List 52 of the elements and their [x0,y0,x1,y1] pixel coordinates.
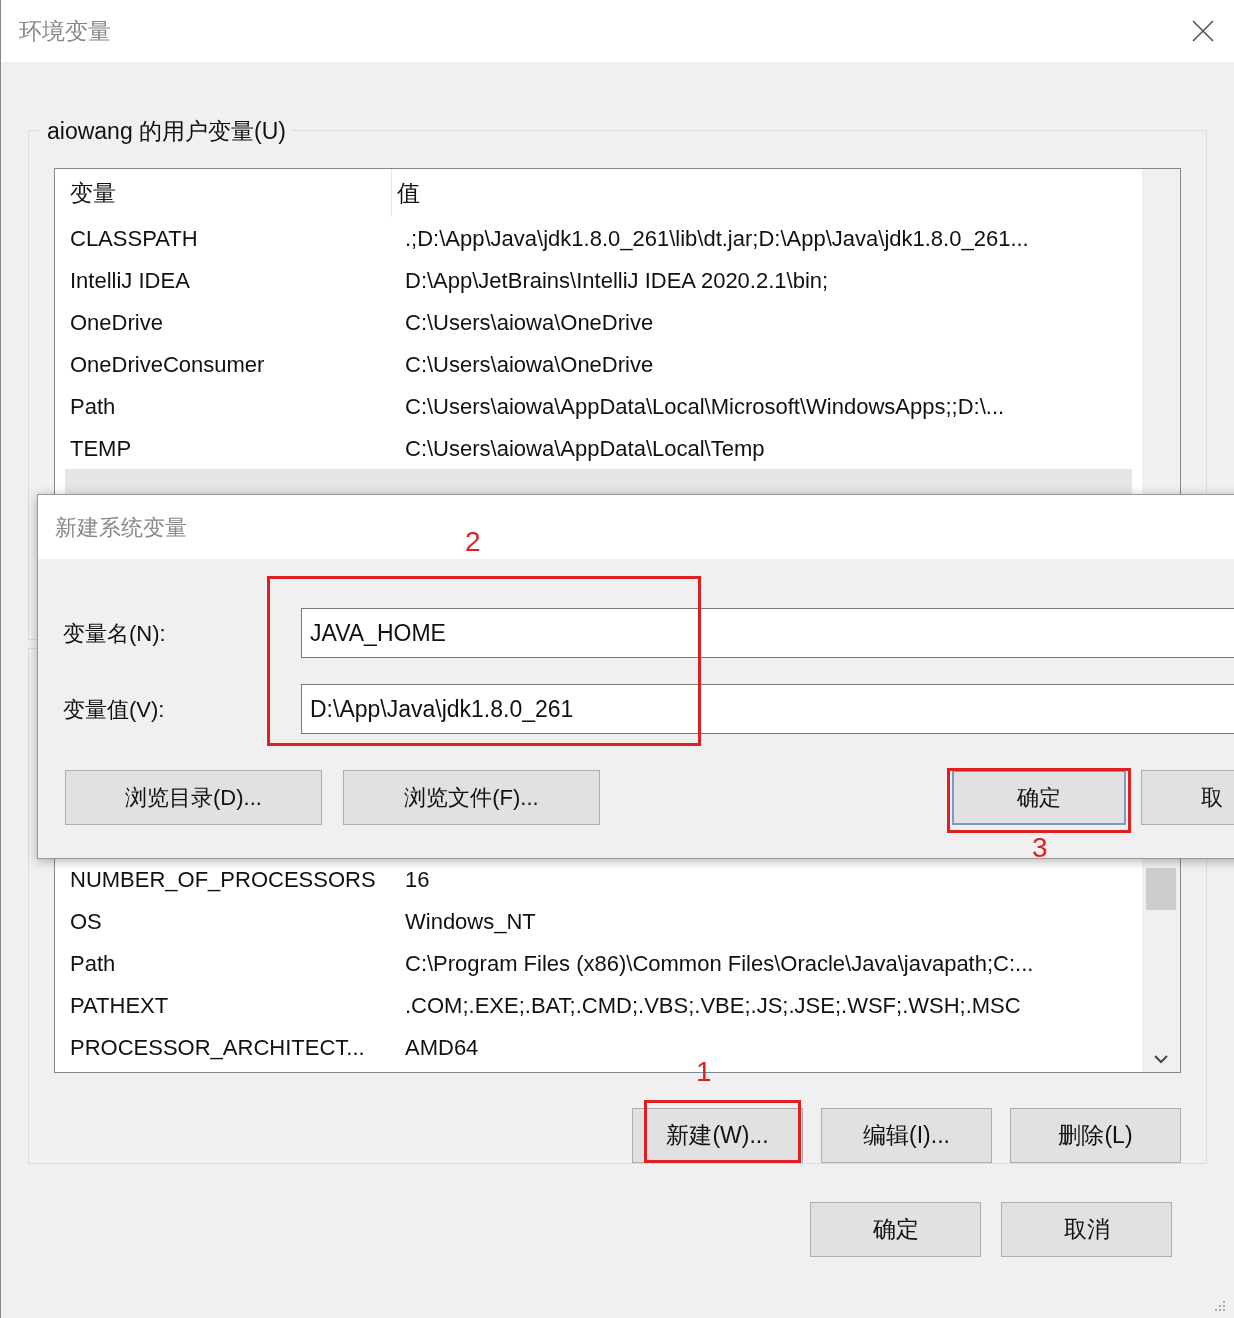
variable-name: IntelliJ IDEA [69,266,191,295]
scrollbar-thumb[interactable] [1146,868,1176,910]
window-title: 环境变量 [19,16,111,46]
dialog-button[interactable]: 删除(L) [1010,1108,1181,1163]
variable-name: Path [69,392,117,421]
table-row[interactable]: CLASSPATH .;D:\App\Java\jdk1.8.0_261\lib\dt.jar;D:\App\Java\jdk1.8.0_261... [65,217,1132,259]
dialog-button[interactable]: 编辑(I)... [821,1108,992,1163]
variable-name: PATHEXT [69,991,170,1020]
dialog-button[interactable]: 取消 [1001,1202,1172,1257]
table-row[interactable]: TEMP C:\Users\aiowa\AppData\Local\Temp [65,427,1132,469]
variable-value: C:\Users\aiowa\OneDrive [404,350,655,379]
variable-value: 16 [404,865,431,894]
variable-value: C:\Users\aiowa\OneDrive [404,308,655,337]
dialog-button[interactable]: 取 [1141,770,1234,825]
dialog-button[interactable]: 浏览目录(D)... [65,770,322,825]
input-field[interactable]: D:\App\Java\jdk1.8.0_261 [301,684,1234,734]
close-button[interactable] [1190,18,1216,44]
table-row[interactable]: Path C:\Users\aiowa\AppData\Local\Microsoft\WindowsApps;;D:\... [65,385,1132,427]
input-field[interactable]: JAVA_HOME [301,608,1234,658]
variable-value: C:\Users\aiowa\AppData\Local\Microsoft\WindowsApps;;D:\... [404,392,1006,421]
variable-name: OneDrive [69,308,164,337]
column-header[interactable]: 值 [392,169,1132,217]
variable-value: C:\Program Files (x86)\Common Files\Oracle\Java\javapath;C:... [404,949,1035,978]
step-number: 3 [1032,832,1048,864]
close-icon [1192,20,1214,42]
variable-name: OneDriveConsumer [69,350,266,379]
scroll-down-icon[interactable] [1153,1054,1169,1064]
variable-value: AMD64 [404,1033,480,1062]
dialog-button[interactable]: 确定 [952,770,1126,825]
variable-value: .COM;.EXE;.BAT;.CMD;.VBS;.VBE;.JS;.JSE;.WSF;.WSH;.MSC [404,991,1022,1020]
step-number: 2 [465,526,481,558]
variable-value: D:\App\JetBrains\IntelliJ IDEA 2020.2.1\bin; [404,266,830,295]
variable-name: NUMBER_OF_PROCESSORS [69,865,377,894]
table-row[interactable]: OneDrive C:\Users\aiowa\OneDrive [65,301,1132,343]
field-label: 变量值(V): [62,695,166,724]
variable-value: Windows_NT [404,907,537,936]
variable-value: .;D:\App\Java\jdk1.8.0_261\lib\dt.jar;D:\App\Java\jdk1.8.0_261... [404,224,1030,253]
table-row[interactable]: OneDriveConsumer C:\Users\aiowa\OneDrive [65,343,1132,385]
variable-name: Path [69,949,117,978]
variable-name: OS [69,907,103,936]
variable-name: PROCESSOR_ARCHITECT... [69,1033,366,1062]
dialog-button[interactable]: 浏览文件(F)... [343,770,600,825]
variable-name: CLASSPATH [69,224,199,253]
variable-value: C:\Users\aiowa\AppData\Local\Temp [404,434,766,463]
column-header[interactable]: 变量 [65,169,392,217]
resize-grip-icon[interactable] [1214,1300,1226,1312]
step-number: 1 [696,1056,712,1088]
table-row[interactable]: IntelliJ IDEA D:\App\JetBrains\IntelliJ IDEA 2020.2.1\bin; [65,259,1132,301]
dialog-button[interactable]: 确定 [810,1202,981,1257]
variable-name: TEMP [69,434,133,463]
dialog-title: 新建系统变量 [55,513,187,542]
field-label: 变量名(N): [62,619,167,648]
